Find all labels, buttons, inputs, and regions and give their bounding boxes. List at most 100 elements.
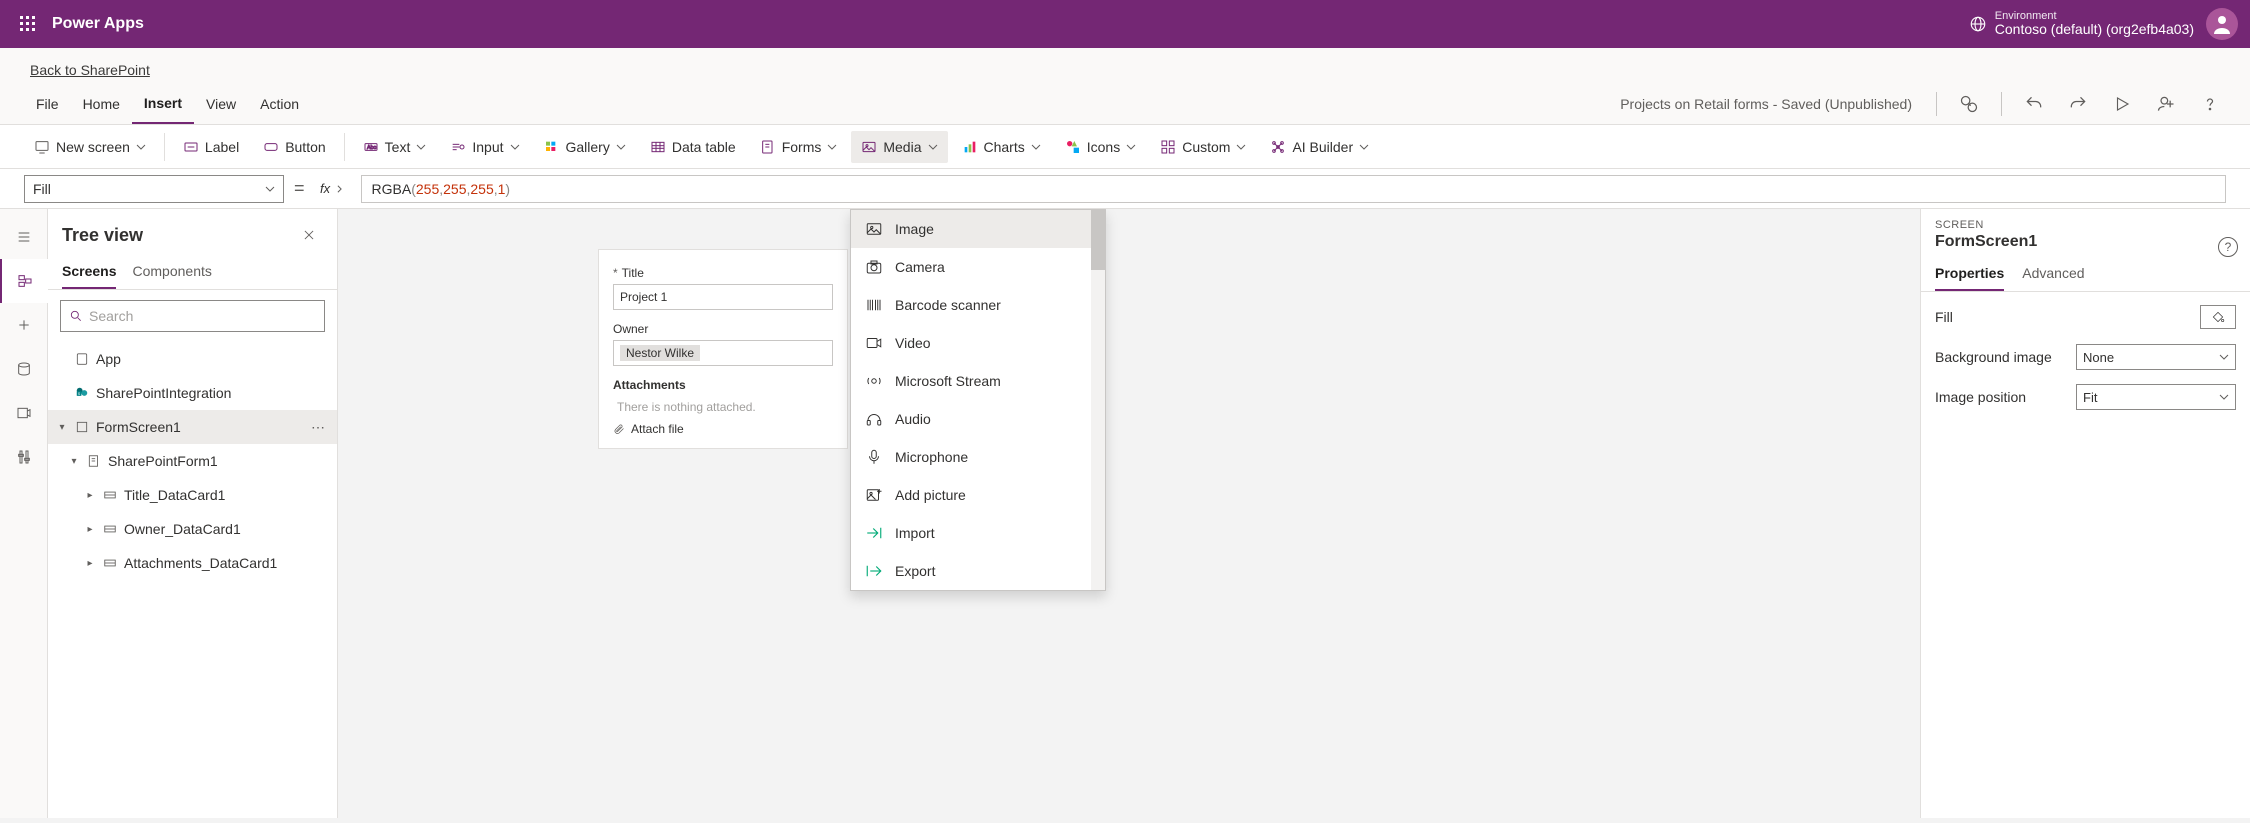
back-to-sharepoint-link[interactable]: Back to SharePoint <box>24 52 150 84</box>
media-item-camera[interactable]: Camera <box>851 248 1105 286</box>
app-checker-icon[interactable] <box>1953 88 1985 120</box>
bg-image-select[interactable]: None <box>2076 344 2236 370</box>
tab-advanced[interactable]: Advanced <box>2022 257 2084 291</box>
properties-panel: ? SCREEN FormScreen1 Properties Advanced… <box>1920 209 2250 818</box>
left-rail <box>0 209 48 818</box>
tab-components[interactable]: Components <box>132 255 211 289</box>
media-item-image[interactable]: Image <box>851 210 1105 248</box>
ai-builder-button[interactable]: AI Builder <box>1260 131 1379 163</box>
rail-media-icon[interactable] <box>0 391 48 435</box>
attachments-field-label: Attachments <box>613 378 833 392</box>
menu-action[interactable]: Action <box>248 84 311 124</box>
fx-button[interactable]: fx <box>315 175 351 203</box>
menu-insert[interactable]: Insert <box>132 84 194 124</box>
gallery-button[interactable]: Gallery <box>534 131 636 163</box>
app-launcher-icon[interactable] <box>8 0 48 48</box>
rail-tree-view-icon[interactable] <box>0 259 48 303</box>
work-area: Tree view Screens Components Search App … <box>0 209 2250 818</box>
tree-node-owner-datacard[interactable]: ▸ Owner_DataCard1 <box>48 512 337 546</box>
redo-icon[interactable] <box>2062 88 2094 120</box>
chevron-down-icon <box>1236 142 1246 152</box>
data-table-button[interactable]: Data table <box>640 131 746 163</box>
close-icon[interactable] <box>293 219 325 251</box>
property-selector[interactable]: Fill <box>24 175 284 203</box>
ai-builder-label: AI Builder <box>1292 139 1353 155</box>
tree-node-formscreen[interactable]: ▾ FormScreen1 ⋯ <box>48 410 337 444</box>
menu-view[interactable]: View <box>194 84 248 124</box>
menu-home[interactable]: Home <box>71 84 132 124</box>
charts-button[interactable]: Charts <box>952 131 1051 163</box>
svg-text:Abc: Abc <box>367 145 377 151</box>
tree-node-title-datacard[interactable]: ▸ Title_DataCard1 <box>48 478 337 512</box>
share-icon[interactable] <box>2150 88 2182 120</box>
media-item-import[interactable]: Import <box>851 514 1105 552</box>
icons-label: Icons <box>1087 139 1120 155</box>
image-icon <box>865 220 883 238</box>
media-item-export[interactable]: Export <box>851 552 1105 590</box>
input-button[interactable]: Input <box>440 131 529 163</box>
media-item-barcode[interactable]: Barcode scanner <box>851 286 1105 324</box>
chevron-down-icon <box>510 142 520 152</box>
media-item-video[interactable]: Video <box>851 324 1105 362</box>
forms-icon <box>760 139 776 155</box>
media-item-microphone[interactable]: Microphone <box>851 438 1105 476</box>
tab-properties[interactable]: Properties <box>1935 257 2004 291</box>
play-icon[interactable] <box>2106 88 2138 120</box>
label-button[interactable]: Label <box>173 131 249 163</box>
tree: App S SharePointIntegration ▾ FormScreen… <box>48 342 337 818</box>
attach-file-link[interactable]: Attach file <box>613 422 833 436</box>
tree-node-sharepoint-integration[interactable]: S SharePointIntegration <box>48 376 337 410</box>
more-icon[interactable]: ⋯ <box>307 419 329 436</box>
environment-picker[interactable]: Environment Contoso (default) (org2efb4a… <box>1969 10 2194 37</box>
chevron-down-icon[interactable]: ▾ <box>68 456 80 467</box>
media-item-stream[interactable]: Microsoft Stream <box>851 362 1105 400</box>
tab-screens[interactable]: Screens <box>62 255 116 289</box>
datacard-icon <box>102 487 118 503</box>
rail-data-icon[interactable] <box>0 347 48 391</box>
forms-button[interactable]: Forms <box>750 131 848 163</box>
screen-icon <box>74 419 90 435</box>
rail-hamburger-icon[interactable] <box>0 215 48 259</box>
prop-fill-label: Fill <box>1935 309 1953 325</box>
new-screen-button[interactable]: New screen <box>24 131 156 163</box>
media-button[interactable]: Media <box>851 131 947 163</box>
tree-node-attachments-datacard[interactable]: ▸ Attachments_DataCard1 <box>48 546 337 580</box>
fill-color-swatch[interactable] <box>2200 305 2236 329</box>
undo-icon[interactable] <box>2018 88 2050 120</box>
input-label: Input <box>472 139 503 155</box>
button-button[interactable]: Button <box>253 131 335 163</box>
forms-label: Forms <box>782 139 822 155</box>
image-position-select[interactable]: Fit <box>2076 384 2236 410</box>
rail-advanced-tools-icon[interactable] <box>0 435 48 479</box>
chevron-right-icon[interactable]: ▸ <box>84 490 96 501</box>
chevron-down-icon[interactable]: ▾ <box>56 422 68 433</box>
chevron-down-icon <box>1031 142 1041 152</box>
dropdown-scrollbar[interactable] <box>1091 210 1105 590</box>
tree-node-sharepointform[interactable]: ▾ SharePointForm1 <box>48 444 337 478</box>
gallery-label: Gallery <box>566 139 610 155</box>
media-item-audio[interactable]: Audio <box>851 400 1105 438</box>
user-avatar[interactable] <box>2206 8 2238 40</box>
tree-search-input[interactable]: Search <box>60 300 325 332</box>
formula-input[interactable]: RGBA(255, 255, 255, 1) <box>361 175 2226 203</box>
owner-field-label: Owner <box>613 322 833 336</box>
icons-button[interactable]: Icons <box>1055 131 1146 163</box>
attachments-empty-text: There is nothing attached. <box>613 392 833 422</box>
rail-insert-icon[interactable] <box>0 303 48 347</box>
canvas[interactable]: *Title Project 1 Owner Nestor Wilke Atta… <box>338 209 1920 818</box>
menu-file[interactable]: File <box>24 84 71 124</box>
help-toggle-icon[interactable]: ? <box>2218 237 2238 257</box>
custom-button[interactable]: Custom <box>1150 131 1256 163</box>
chevron-right-icon[interactable]: ▸ <box>84 524 96 535</box>
text-button[interactable]: Abc Text <box>353 131 437 163</box>
barcode-icon <box>865 296 883 314</box>
export-icon <box>865 562 883 580</box>
tree-node-app[interactable]: App <box>48 342 337 376</box>
chevron-right-icon[interactable]: ▸ <box>84 558 96 569</box>
title-field-input[interactable]: Project 1 <box>613 284 833 310</box>
owner-field-input[interactable]: Nestor Wilke <box>613 340 833 366</box>
chevron-down-icon <box>827 142 837 152</box>
help-icon[interactable] <box>2194 88 2226 120</box>
form-icon <box>86 453 102 469</box>
media-item-add-picture[interactable]: Add picture <box>851 476 1105 514</box>
